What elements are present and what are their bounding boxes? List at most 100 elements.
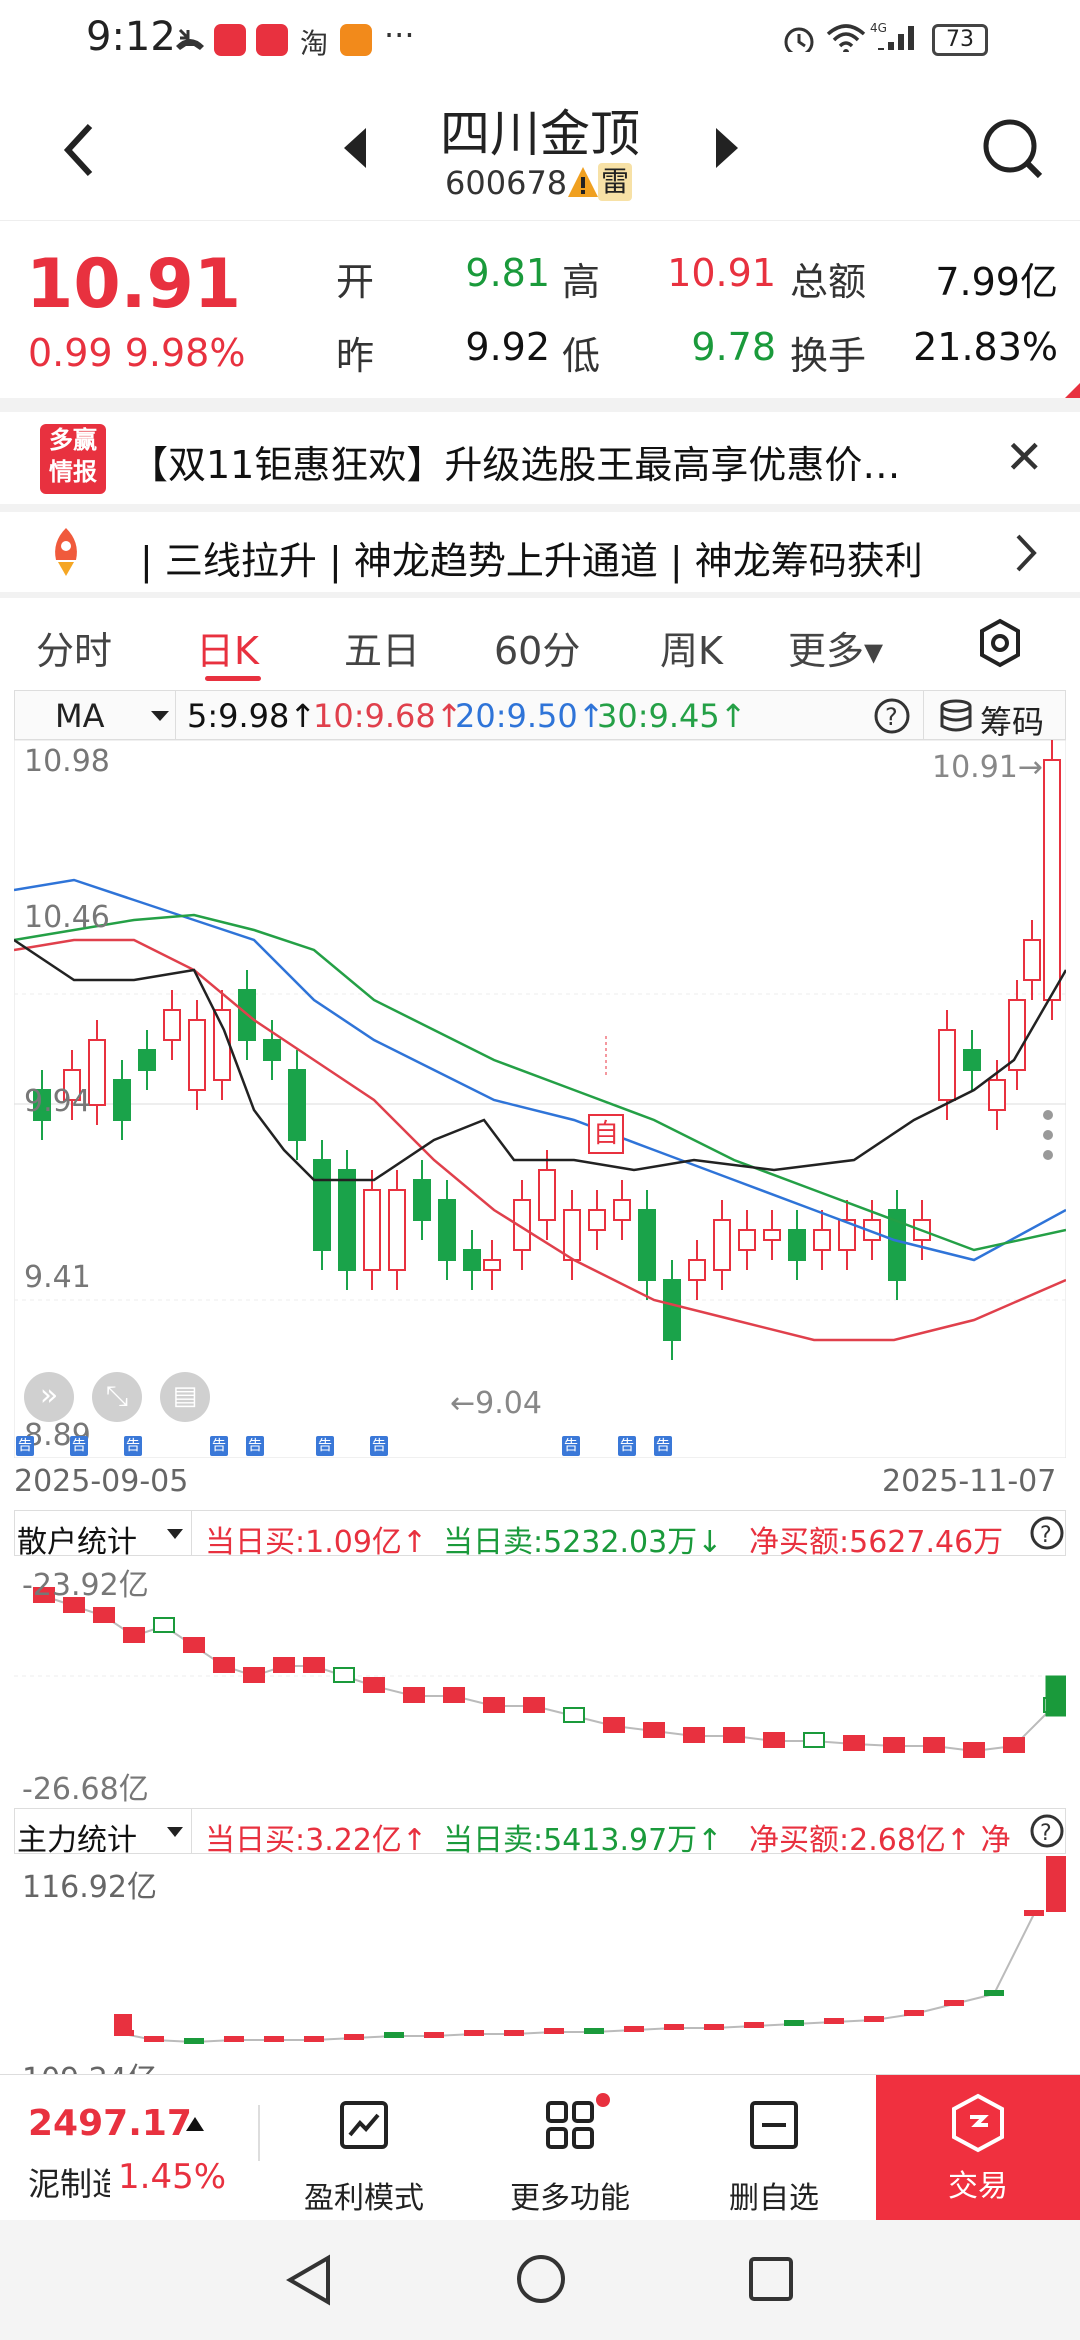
system-nav-bar [0, 2220, 1080, 2340]
retail-bar [183, 1637, 205, 1653]
tab-intraday[interactable]: 分时 [36, 620, 112, 675]
chart-trend-icon [340, 2101, 388, 2149]
main-bar [264, 2036, 284, 2042]
next-stock-icon[interactable] [712, 126, 742, 170]
announcement-marker[interactable]: 告 [654, 1436, 672, 1456]
candle-body [413, 1179, 431, 1221]
retail-line [43, 1595, 1055, 1753]
tab-five-day[interactable]: 五日 [344, 620, 420, 675]
remove-watchlist-button[interactable]: 删自选 [704, 2097, 844, 2217]
main-bar [904, 2010, 924, 2016]
announcement-marker[interactable]: 告 [70, 1436, 88, 1456]
help-icon[interactable]: ? [1029, 1813, 1065, 1849]
candle-body [88, 1039, 106, 1106]
main-bar [184, 2038, 204, 2044]
candle-body [363, 1189, 381, 1271]
help-icon[interactable]: ? [873, 697, 911, 735]
signal-ticker[interactable]: | 三线拉升 | 神龙趋势上升通道 | 神龙筹码获利 [0, 512, 1080, 592]
warning-icon [568, 167, 598, 197]
announcement-marker[interactable]: 告 [618, 1436, 636, 1456]
retail-bar [273, 1657, 295, 1673]
search-icon[interactable] [980, 116, 1046, 182]
chips-button[interactable]: 筹码 [923, 691, 1067, 741]
main-force-stats-bar: 主力统计 当日买:3.22亿↑ 当日卖:5413.97万↑ 净买额:2.68亿↑… [14, 1808, 1066, 1858]
main-force-select[interactable]: 主力统计 [17, 1815, 137, 1859]
bottom-toolbar: 2497.17 泥制造 1.45% 盈利模式 更多功能 删自选 交易 [0, 2074, 1080, 2221]
tab-daily-k[interactable]: 日K [196, 620, 259, 675]
max-price-marker: 10.91→ [932, 750, 1044, 785]
candle-body [188, 1019, 206, 1091]
candle-body [1008, 999, 1026, 1071]
retail-bar [123, 1627, 145, 1643]
dropdown-icon[interactable] [165, 1825, 185, 1839]
fullscreen-icon[interactable]: ⤡ [92, 1372, 142, 1422]
turnover-label: 换手 [790, 334, 867, 378]
retail-bar [153, 1617, 175, 1633]
help-icon[interactable]: ? [1029, 1515, 1065, 1551]
candle-body [213, 1009, 231, 1081]
retail-stats-select[interactable]: 散户统计 [17, 1517, 137, 1561]
rocket-icon [55, 528, 77, 576]
period-tabs: 分时 日K 五日 60分 周K 更多▾ [0, 604, 1080, 684]
candle-body [1043, 759, 1061, 1001]
kline-svg[interactable] [13, 739, 1068, 1459]
settings-icon[interactable] [978, 618, 1022, 668]
promo-banner[interactable]: 多赢 情报 【双11钜惠狂欢】升级选股王最高享优惠价… ✕ [0, 410, 1080, 506]
retail-bar [603, 1717, 625, 1733]
retail-bar [1003, 1737, 1025, 1753]
turnover-value: 21.83% [913, 325, 1058, 369]
close-icon[interactable]: ✕ [1005, 430, 1044, 484]
tab-weekly-k[interactable]: 周K [660, 620, 723, 675]
kline-chart[interactable]: 10.98 10.46 9.94 9.41 8.89 10.91→ ←9.04 … [13, 739, 1068, 1459]
main-bar [784, 2020, 804, 2026]
price-axis-label: 9.41 [24, 1260, 91, 1295]
index-value[interactable]: 2497.17 [28, 2103, 192, 2144]
app-notification-icon [214, 24, 246, 56]
retail-bar [403, 1687, 425, 1703]
dropdown-icon[interactable] [165, 1527, 185, 1541]
grid-icon [546, 2101, 594, 2149]
retail-bar [843, 1735, 865, 1751]
main-bar [744, 2022, 764, 2028]
side-menu-handle[interactable] [1034, 1100, 1062, 1192]
expand-icon[interactable]: » [24, 1372, 74, 1422]
indicator-select[interactable]: MA [55, 697, 105, 735]
announcement-marker[interactable]: 告 [16, 1436, 34, 1456]
candle-body [663, 1279, 681, 1341]
main-bar [984, 1990, 1004, 1996]
promo-text[interactable]: 【双11钜惠狂欢】升级选股王最高享优惠价… [130, 434, 900, 489]
retail-bar [333, 1667, 355, 1683]
self-select-marker[interactable]: 自 [588, 1114, 624, 1154]
retail-bar [523, 1697, 545, 1713]
trade-button[interactable]: 交易 [876, 2075, 1080, 2221]
announcement-marker[interactable]: 告 [246, 1436, 264, 1456]
quote-panel: 10.91 0.99 9.98% 开 9.81 高 10.91 总额 7.99亿… [0, 220, 1080, 401]
main-bar [624, 2026, 644, 2032]
main-force-chart: 116.92亿 109.24亿 [14, 1854, 1066, 2074]
tab-more[interactable]: 更多▾ [788, 620, 883, 675]
stock-code: 600678 [445, 164, 568, 202]
more-features-button[interactable]: 更多功能 [500, 2093, 640, 2217]
dropdown-icon[interactable] [149, 709, 171, 723]
taobao-icon: 淘 [300, 27, 329, 60]
open-label: 开 [336, 260, 375, 304]
retail-bar [213, 1657, 235, 1673]
nav-recents-icon[interactable] [746, 2254, 796, 2304]
risk-tag[interactable]: 雷 [598, 163, 632, 201]
chevron-right-icon[interactable] [1014, 532, 1040, 574]
tab-60min[interactable]: 60分 [494, 620, 580, 675]
layout-icon[interactable]: ▤ [160, 1372, 210, 1422]
amount-value: 7.99亿 [935, 260, 1058, 304]
divider [0, 592, 1080, 598]
candle-body [538, 1169, 556, 1221]
announcement-marker[interactable]: 告 [210, 1436, 228, 1456]
announcement-marker[interactable]: 告 [124, 1436, 142, 1456]
candle-body [813, 1229, 831, 1251]
nav-back-icon[interactable] [284, 2252, 334, 2308]
retail-bar [363, 1677, 385, 1693]
announcement-marker[interactable]: 告 [562, 1436, 580, 1456]
nav-home-icon[interactable] [514, 2252, 568, 2306]
announcement-marker[interactable]: 告 [316, 1436, 334, 1456]
announcement-marker[interactable]: 告 [370, 1436, 388, 1456]
profit-mode-button[interactable]: 盈利模式 [294, 2097, 434, 2217]
